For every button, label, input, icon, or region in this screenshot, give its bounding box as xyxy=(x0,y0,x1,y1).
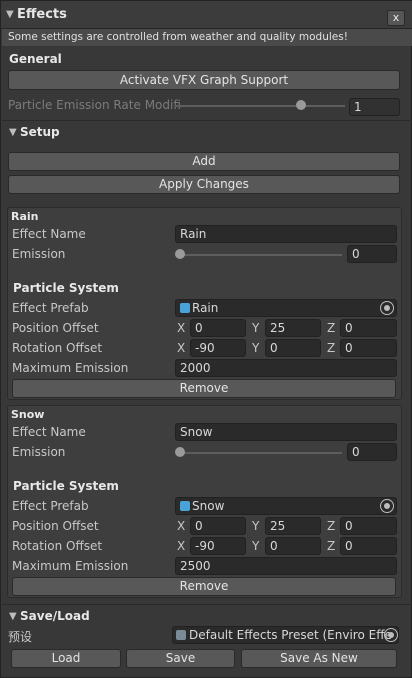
maximum-emission-label: Maximum Emission xyxy=(12,559,129,573)
rotation-offset-label: Rotation Offset xyxy=(12,539,103,553)
rotation-y-field[interactable]: 0 xyxy=(265,339,321,357)
position-y-field[interactable]: 25 xyxy=(265,319,321,337)
object-picker-icon[interactable] xyxy=(380,499,394,513)
emission-label: Emission xyxy=(12,247,66,261)
rotation-z-field[interactable]: 0 xyxy=(340,339,397,357)
activate-vfx-button[interactable]: Activate VFX Graph Support xyxy=(8,70,400,90)
axis-x-label: X xyxy=(177,321,186,335)
header-foldout-icon[interactable]: ▼ xyxy=(6,9,14,20)
notice-banner: Some settings are controlled from weathe… xyxy=(2,29,412,46)
particle-system-title: Particle System xyxy=(13,281,119,295)
preset-label: 预设 xyxy=(8,630,33,644)
position-x-field[interactable]: 0 xyxy=(190,517,246,535)
position-y-field[interactable]: 25 xyxy=(265,517,321,535)
effect-name-field[interactable]: Snow xyxy=(175,423,397,441)
axis-z-label: Z xyxy=(327,519,336,533)
rotation-offset-label: Rotation Offset xyxy=(12,341,103,355)
preset-icon xyxy=(176,630,186,640)
axis-y-label: Y xyxy=(252,341,260,355)
prefab-icon xyxy=(180,303,190,313)
rotation-x-field[interactable]: -90 xyxy=(190,537,246,555)
effect-name-field[interactable]: Rain xyxy=(175,225,397,243)
effect-prefab-label: Effect Prefab xyxy=(12,499,89,513)
effect-name-label: Effect Name xyxy=(12,227,86,241)
divider xyxy=(2,604,412,605)
object-picker-icon[interactable] xyxy=(384,628,398,642)
axis-x-label: X xyxy=(177,539,186,553)
emission-field[interactable]: 0 xyxy=(347,245,397,263)
setup-section-title: Setup xyxy=(20,125,60,139)
maximum-emission-label: Maximum Emission xyxy=(12,361,129,375)
object-picker-icon[interactable] xyxy=(380,301,394,315)
add-button[interactable]: Add xyxy=(8,152,400,171)
effect-name-label: Effect Name xyxy=(12,425,86,439)
position-offset-label: Position Offset xyxy=(12,519,99,533)
emission-slider-knob[interactable] xyxy=(175,249,185,259)
prefab-icon xyxy=(180,501,190,511)
emission-rate-field[interactable]: 1 xyxy=(349,98,400,116)
preset-field[interactable]: Default Effects Preset (Enviro Effe xyxy=(172,626,399,644)
general-section-title: General xyxy=(9,52,62,66)
axis-y-label: Y xyxy=(252,519,260,533)
axis-x-label: X xyxy=(177,519,186,533)
load-button[interactable]: Load xyxy=(11,649,121,668)
remove-button[interactable]: Remove xyxy=(12,379,396,398)
divider xyxy=(2,120,412,121)
rotation-y-field[interactable]: 0 xyxy=(265,537,321,555)
emission-rate-slider-track[interactable] xyxy=(175,105,345,107)
rotation-x-field[interactable]: -90 xyxy=(190,339,246,357)
save-as-new-button[interactable]: Save As New xyxy=(241,649,397,668)
position-x-field[interactable]: 0 xyxy=(190,319,246,337)
axis-z-label: Z xyxy=(327,341,336,355)
close-button[interactable]: x xyxy=(387,10,405,26)
emission-label: Emission xyxy=(12,445,66,459)
panel-title: Effects xyxy=(17,7,67,22)
effect-prefab-field[interactable]: Snow xyxy=(175,497,397,515)
saveload-foldout-icon[interactable]: ▼ xyxy=(9,611,17,622)
axis-x-label: X xyxy=(177,341,186,355)
saveload-section-title: Save/Load xyxy=(20,609,90,623)
maximum-emission-field[interactable]: 2000 xyxy=(175,359,397,377)
remove-button[interactable]: Remove xyxy=(12,577,396,596)
axis-y-label: Y xyxy=(252,539,260,553)
axis-y-label: Y xyxy=(252,321,260,335)
emission-slider-knob[interactable] xyxy=(175,447,185,457)
emission-slider-track[interactable] xyxy=(180,254,342,256)
axis-z-label: Z xyxy=(327,539,336,553)
effect-prefab-label: Effect Prefab xyxy=(12,301,89,315)
position-z-field[interactable]: 0 xyxy=(340,517,397,535)
effect-title: Snow xyxy=(11,408,45,421)
rotation-z-field[interactable]: 0 xyxy=(340,537,397,555)
save-button[interactable]: Save xyxy=(126,649,235,668)
emission-field[interactable]: 0 xyxy=(347,443,397,461)
position-z-field[interactable]: 0 xyxy=(340,319,397,337)
maximum-emission-field[interactable]: 2500 xyxy=(175,557,397,575)
setup-foldout-icon[interactable]: ▼ xyxy=(9,127,17,138)
axis-z-label: Z xyxy=(327,321,336,335)
effects-inspector-panel: ▼ Effects x Some settings are controlled… xyxy=(0,0,412,678)
emission-rate-slider-knob[interactable] xyxy=(295,100,306,110)
emission-slider-track[interactable] xyxy=(180,452,342,454)
position-offset-label: Position Offset xyxy=(12,321,99,335)
effect-prefab-field[interactable]: Rain xyxy=(175,299,397,317)
effect-title: Rain xyxy=(11,210,39,223)
particle-system-title: Particle System xyxy=(13,479,119,493)
emission-rate-label: Particle Emission Rate Modifi xyxy=(8,98,181,112)
apply-changes-button[interactable]: Apply Changes xyxy=(8,175,400,194)
